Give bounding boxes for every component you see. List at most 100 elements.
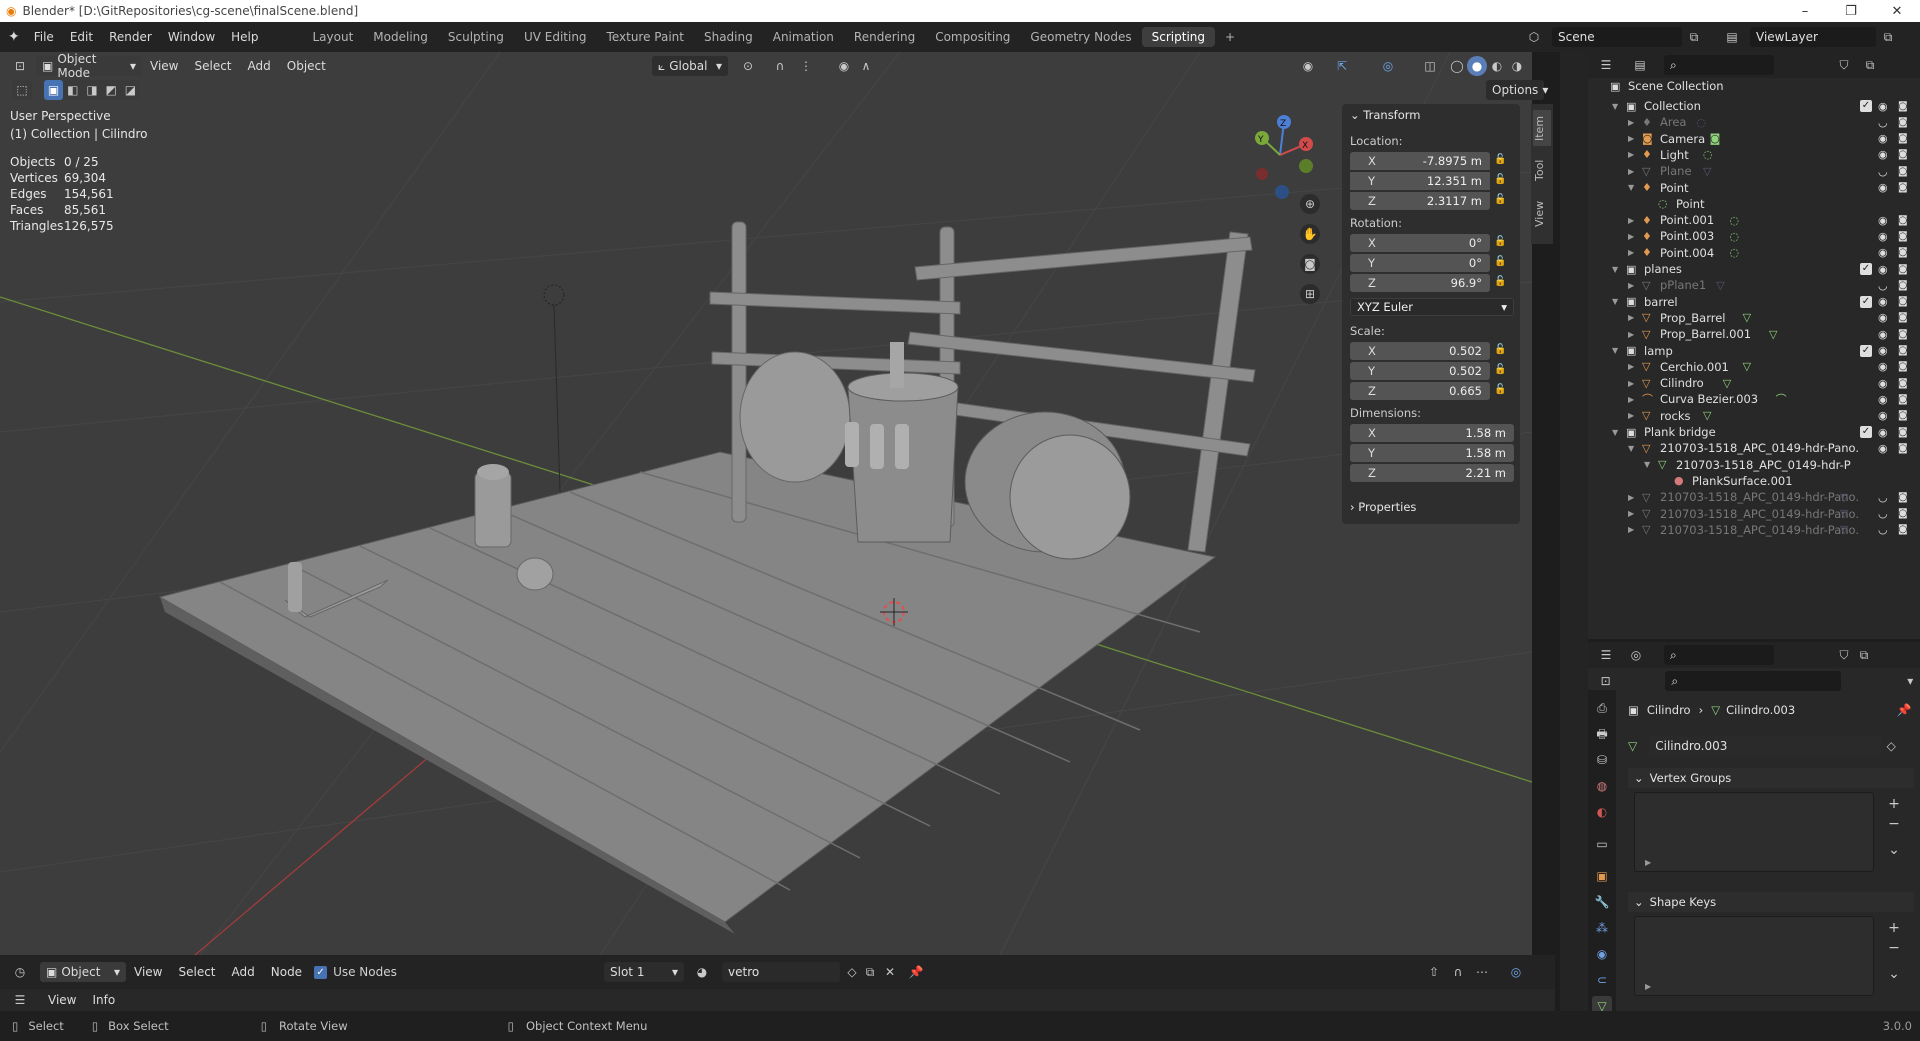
minimize-button[interactable]: – (1782, 0, 1828, 22)
render-camera-icon[interactable]: ◙ (1898, 117, 1908, 128)
shape-keys-header[interactable]: ⌄ Shape Keys (1628, 892, 1914, 912)
modifier-tab-icon[interactable]: 🔧 (1592, 892, 1612, 912)
mesh-data-icon[interactable]: ▽ (1840, 507, 1848, 520)
wireframe-shading-icon[interactable]: ◯ (1447, 56, 1467, 76)
eye-closed-icon[interactable]: ◡ (1878, 491, 1888, 504)
tab-shading[interactable]: Shading (694, 27, 763, 47)
blender-menu-icon[interactable]: ✦ (8, 29, 20, 45)
eye-icon[interactable]: ◉ (1878, 344, 1888, 357)
chevron-right-icon[interactable]: ▶ (1628, 509, 1634, 518)
output-tab-icon[interactable]: 🖶 (1592, 724, 1612, 744)
render-camera-icon[interactable]: ◙ (1898, 264, 1908, 275)
chevron-right-icon[interactable]: ▶ (1628, 395, 1634, 404)
select-new-icon[interactable]: ▣ (44, 80, 64, 100)
render-camera-icon[interactable]: ◙ (1898, 182, 1908, 193)
filter-icon[interactable]: ⛉ (1834, 645, 1854, 665)
eye-icon[interactable]: ◉ (1878, 181, 1888, 194)
close-button[interactable]: ✕ (1874, 0, 1920, 22)
render-camera-icon[interactable]: ◙ (1898, 149, 1908, 160)
lock-icon[interactable]: 🔓 (1494, 256, 1508, 270)
menu-render[interactable]: Render (101, 30, 160, 44)
transform-header[interactable]: ⌄ Transform (1350, 108, 1421, 122)
shape-keys-list[interactable]: ▶ (1634, 916, 1874, 996)
select-subtract-icon[interactable]: ◨ (82, 80, 101, 100)
eye-icon[interactable]: ◉ (1878, 214, 1888, 227)
scene-icon[interactable]: ⬡ (1524, 27, 1544, 47)
eye-icon[interactable]: ◉ (1878, 426, 1888, 439)
render-camera-icon[interactable]: ◙ (1898, 166, 1908, 177)
properties-search-input[interactable]: ⌕ (1665, 671, 1841, 691)
mesh-data-icon[interactable]: ▽ (1628, 739, 1637, 753)
location-y-field[interactable]: Y 12.351 m (1350, 172, 1490, 190)
mesh-data-icon[interactable]: ▽ (1716, 279, 1724, 292)
chevron-right-icon[interactable]: ▶ (1628, 118, 1634, 127)
tab-uv-editing[interactable]: UV Editing (514, 27, 597, 47)
rotation-y-field[interactable]: Y 0° (1350, 254, 1490, 272)
chevron-right-icon[interactable]: ▶ (1628, 411, 1634, 420)
eye-icon[interactable]: ◉ (1878, 328, 1888, 341)
editor-type-icon[interactable]: ☰ (1596, 55, 1616, 75)
viewport-menu-select[interactable]: Select (186, 59, 239, 73)
chevron-right-icon[interactable]: ▶ (1628, 362, 1634, 371)
eye-icon[interactable]: ◉ (1878, 100, 1888, 113)
slot-dropdown[interactable]: Slot 1 ▾ (604, 962, 684, 982)
render-camera-icon[interactable]: ◙ (1898, 345, 1908, 356)
3d-viewport[interactable]: User Perspective (1) Collection | Cilind… (0, 52, 1532, 955)
render-camera-icon[interactable]: ◙ (1898, 247, 1908, 258)
tab-item[interactable]: Item (1533, 110, 1551, 146)
vertex-groups-header[interactable]: ⌄ Vertex Groups (1628, 768, 1914, 788)
parent-node-tree-icon[interactable]: ⇧ (1424, 962, 1444, 982)
mesh-data-icon[interactable]: ▽ (1703, 165, 1711, 178)
scale-x-field[interactable]: X 0.502 (1350, 342, 1490, 360)
falloff-icon[interactable]: ∧ (856, 56, 876, 76)
editor-type-icon[interactable]: ◷ (10, 962, 30, 982)
chevron-right-icon[interactable]: ▶ (1645, 982, 1651, 991)
chevron-right-icon[interactable]: ▶ (1628, 330, 1634, 339)
tab-modeling[interactable]: Modeling (363, 27, 438, 47)
ortho-grid-icon[interactable]: ⊞ (1300, 284, 1320, 304)
eye-icon[interactable]: ◉ (1878, 311, 1888, 324)
chevron-right-icon[interactable]: ▶ (1628, 232, 1634, 241)
rotation-z-field[interactable]: Z 96.9° (1350, 274, 1490, 292)
light-data-icon[interactable]: ◌ (1729, 230, 1739, 243)
light-data-icon[interactable]: ◌ (1696, 116, 1706, 129)
tab-geometry-nodes[interactable]: Geometry Nodes (1020, 27, 1141, 47)
fake-user-shield-icon[interactable]: ◇ (842, 962, 862, 982)
snap-increment-icon[interactable]: ⋮ (796, 56, 816, 76)
eye-icon[interactable]: ◉ (1878, 360, 1888, 373)
chevron-down-icon[interactable]: ▼ (1612, 428, 1618, 437)
new-scene-icon[interactable]: ⧉ (1684, 27, 1704, 47)
exclude-checkbox[interactable]: ✓ (1860, 426, 1872, 438)
lock-icon[interactable]: 🔓 (1494, 344, 1508, 358)
material-shading-icon[interactable]: ◐ (1487, 56, 1507, 76)
select-invert-icon[interactable]: ◩ (102, 80, 121, 100)
chevron-down-icon[interactable]: ▼ (1612, 102, 1618, 111)
tab-layout[interactable]: Layout (303, 27, 364, 47)
lock-icon[interactable]: 🔓 (1494, 174, 1508, 188)
lock-icon[interactable]: 🔓 (1494, 236, 1508, 250)
view-layer-tab-icon[interactable]: ⛁ (1592, 750, 1612, 770)
rotation-mode-dropdown[interactable]: XYZ Euler ▾ (1350, 298, 1514, 316)
pin-icon[interactable]: 📌 (906, 962, 926, 982)
select-tool-icon[interactable]: ⬚ (12, 80, 32, 100)
outliner-search-input[interactable]: ⌕ (1664, 55, 1774, 75)
render-camera-icon[interactable]: ◙ (1898, 427, 1908, 438)
visibility-icon[interactable]: ◉ (1298, 56, 1318, 76)
chevron-right-icon[interactable]: ▶ (1628, 134, 1634, 143)
snap-magnet-icon[interactable]: ∩ (770, 56, 790, 76)
snap-element-icon[interactable]: ⋯ (1472, 962, 1492, 982)
render-camera-icon[interactable]: ◙ (1898, 410, 1908, 421)
mesh-data-icon[interactable]: ▽ (1769, 328, 1777, 341)
exclude-checkbox[interactable]: ✓ (1860, 295, 1872, 308)
exclude-checkbox[interactable]: ✓ (1860, 344, 1872, 357)
chevron-right-icon[interactable]: ▶ (1645, 858, 1651, 867)
eye-icon[interactable]: ◉ (1878, 263, 1888, 276)
chevron-right-icon[interactable]: ▶ (1628, 313, 1634, 322)
eye-closed-icon[interactable]: ◡ (1878, 116, 1888, 129)
render-camera-icon[interactable]: ◙ (1898, 296, 1908, 307)
shader-type-dropdown[interactable]: ▣ Object ▾ (40, 962, 126, 982)
info-menu-view[interactable]: View (40, 993, 84, 1007)
dimensions-z-field[interactable]: Z 2.21 m (1350, 464, 1514, 482)
menu-edit[interactable]: Edit (62, 30, 101, 44)
render-tab-icon[interactable]: ⎙ (1592, 698, 1612, 718)
